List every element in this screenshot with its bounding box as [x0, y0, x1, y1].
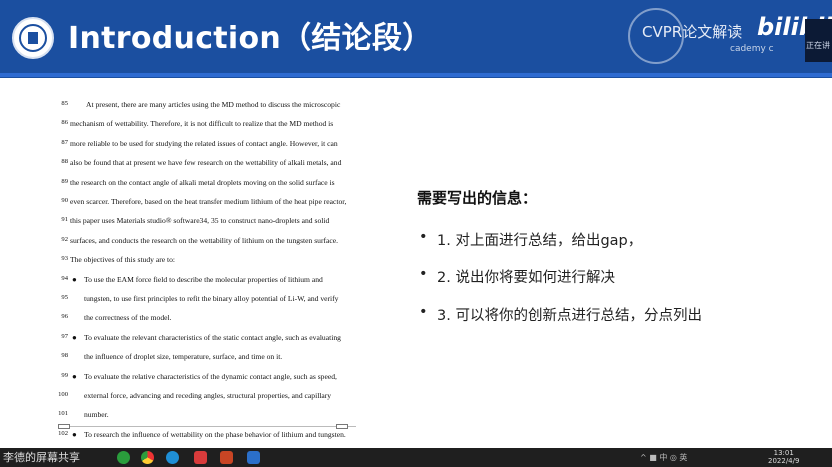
taskbar-clock[interactable]: 13:01 2022/4/9: [768, 449, 799, 465]
line-text: even scarcer. Therefore, based on the he…: [70, 197, 347, 206]
line-text: At present, there are many articles usin…: [86, 100, 341, 109]
screen-share-label[interactable]: 李德的屏幕共享: [3, 449, 80, 465]
line-number: 92: [61, 235, 68, 243]
bullet-icon: ●: [72, 371, 77, 381]
edge-icon[interactable]: [166, 451, 179, 464]
bullet-icon: ●: [72, 429, 77, 439]
clock-time: 13:01: [773, 449, 794, 457]
document-line: 87 more reliable to be used for studying …: [44, 139, 364, 155]
meeting-app-icon[interactable]: [247, 451, 260, 464]
document-line: 98 the influence of droplet size, tempera…: [44, 352, 364, 368]
info-heading: 需要写出的信息：: [417, 189, 538, 207]
bullet-icon: •: [419, 304, 428, 320]
line-text: the influence of droplet size, temperatu…: [84, 352, 283, 362]
line-text: mechanism of wettability. Therefore, it …: [70, 119, 334, 129]
line-text: also be found that at present we have fe…: [70, 158, 342, 168]
line-number: 86: [61, 119, 68, 127]
app-icon-red[interactable]: [194, 451, 207, 464]
document-line: 94 ● To use the EAM force field to describ…: [44, 275, 364, 291]
line-number: 97: [61, 332, 68, 340]
bullet-icon: ●: [72, 274, 77, 284]
document-line: 95 tungsten, to use first principles to r…: [44, 294, 364, 310]
watermark-text: CVPR论文解读: [642, 23, 743, 41]
line-number: 96: [61, 313, 68, 321]
powerpoint-icon[interactable]: [220, 451, 233, 464]
line-number: 90: [61, 197, 68, 204]
line-text: surfaces, and conducts the research on t…: [70, 235, 339, 245]
line-number: 100: [58, 391, 68, 398]
bullet-icon: •: [419, 266, 428, 282]
clock-date: 2022/4/9: [768, 457, 800, 465]
line-text: tungsten, to use first principles to ref…: [84, 294, 339, 303]
watermark-subtext: cademy c: [730, 44, 774, 54]
document-line: 86 mechanism of wettability. Therefore, i…: [44, 119, 364, 135]
ruler-marker-left[interactable]: [58, 424, 70, 429]
document-line: 102 ● To research the influence of wettabi…: [44, 430, 364, 446]
document-line: 100 external force, advancing and recedin…: [44, 391, 364, 407]
header-divider: [0, 73, 832, 77]
document-line: 90 even scarcer. Therefore, based on the …: [44, 197, 364, 213]
line-number: 101: [58, 410, 68, 418]
line-text: more reliable to be used for studying th…: [70, 138, 338, 148]
info-item-text: 3. 可以将你的创新点进行总结，分点列出: [437, 308, 702, 324]
document-line: 92 surfaces, and conducts the research on…: [44, 236, 364, 252]
line-number: 87: [61, 138, 68, 146]
line-number: 95: [61, 294, 68, 301]
line-text: To evaluate the relative characteristics…: [84, 371, 337, 381]
line-text: To evaluate the relevant characteristics…: [84, 332, 341, 342]
slide-title: Introduction（结论段）: [68, 21, 433, 56]
system-tray[interactable]: ^ ■ 中 ◎ 英: [640, 452, 687, 463]
line-text: the research on the contact angle of alk…: [70, 177, 335, 187]
document-line: 101 number.: [44, 410, 364, 426]
document-line: 91 this paper uses Materials studio® soft…: [44, 216, 364, 232]
line-text: the correctness of the model.: [84, 313, 172, 323]
document-line: 85 At present, there are many articles us…: [44, 100, 364, 116]
line-number: 102: [58, 429, 68, 437]
line-text: this paper uses Materials studio® softwa…: [70, 216, 330, 226]
document-line: 99 ● To evaluate the relative characterist…: [44, 372, 364, 388]
document-excerpt: 85 At present, there are many articles us…: [44, 92, 364, 457]
ruler-marker-right[interactable]: [336, 424, 348, 429]
presenter-label: 正在讲: [806, 41, 830, 50]
line-number: 88: [61, 158, 68, 166]
document-ruler: [58, 426, 356, 427]
line-text: number.: [84, 410, 109, 420]
document-line: 93 The objectives of this study are to:: [44, 255, 364, 271]
app-icon-green[interactable]: [117, 451, 130, 464]
line-number: 99: [61, 371, 68, 379]
bullet-icon: •: [419, 229, 428, 245]
document-line: 89 the research on the contact angle of a…: [44, 178, 364, 194]
line-number: 89: [61, 177, 68, 185]
chrome-icon[interactable]: [141, 451, 154, 464]
line-text: To use the EAM force field to describe t…: [84, 274, 323, 284]
line-number: 94: [61, 274, 68, 282]
line-text: The objectives of this study are to:: [70, 255, 176, 265]
line-number: 85: [61, 100, 68, 107]
document-line: 96 the correctness of the model.: [44, 313, 364, 329]
info-item-text: 2. 说出你将要如何进行解决: [437, 270, 615, 286]
line-text: external force, advancing and receding a…: [84, 391, 332, 400]
university-logo-icon: [12, 17, 54, 59]
info-item-text: 1. 对上面进行总结，给出gap，: [437, 233, 643, 249]
line-number: 91: [61, 216, 68, 224]
line-number: 98: [61, 352, 68, 360]
document-line: 97 ● To evaluate the relevant characterist…: [44, 333, 364, 349]
line-number: 93: [61, 255, 68, 263]
document-line: 88 also be found that at present we have …: [44, 158, 364, 174]
bullet-icon: ●: [72, 332, 77, 342]
line-text: To research the influence of wettability…: [84, 429, 346, 439]
